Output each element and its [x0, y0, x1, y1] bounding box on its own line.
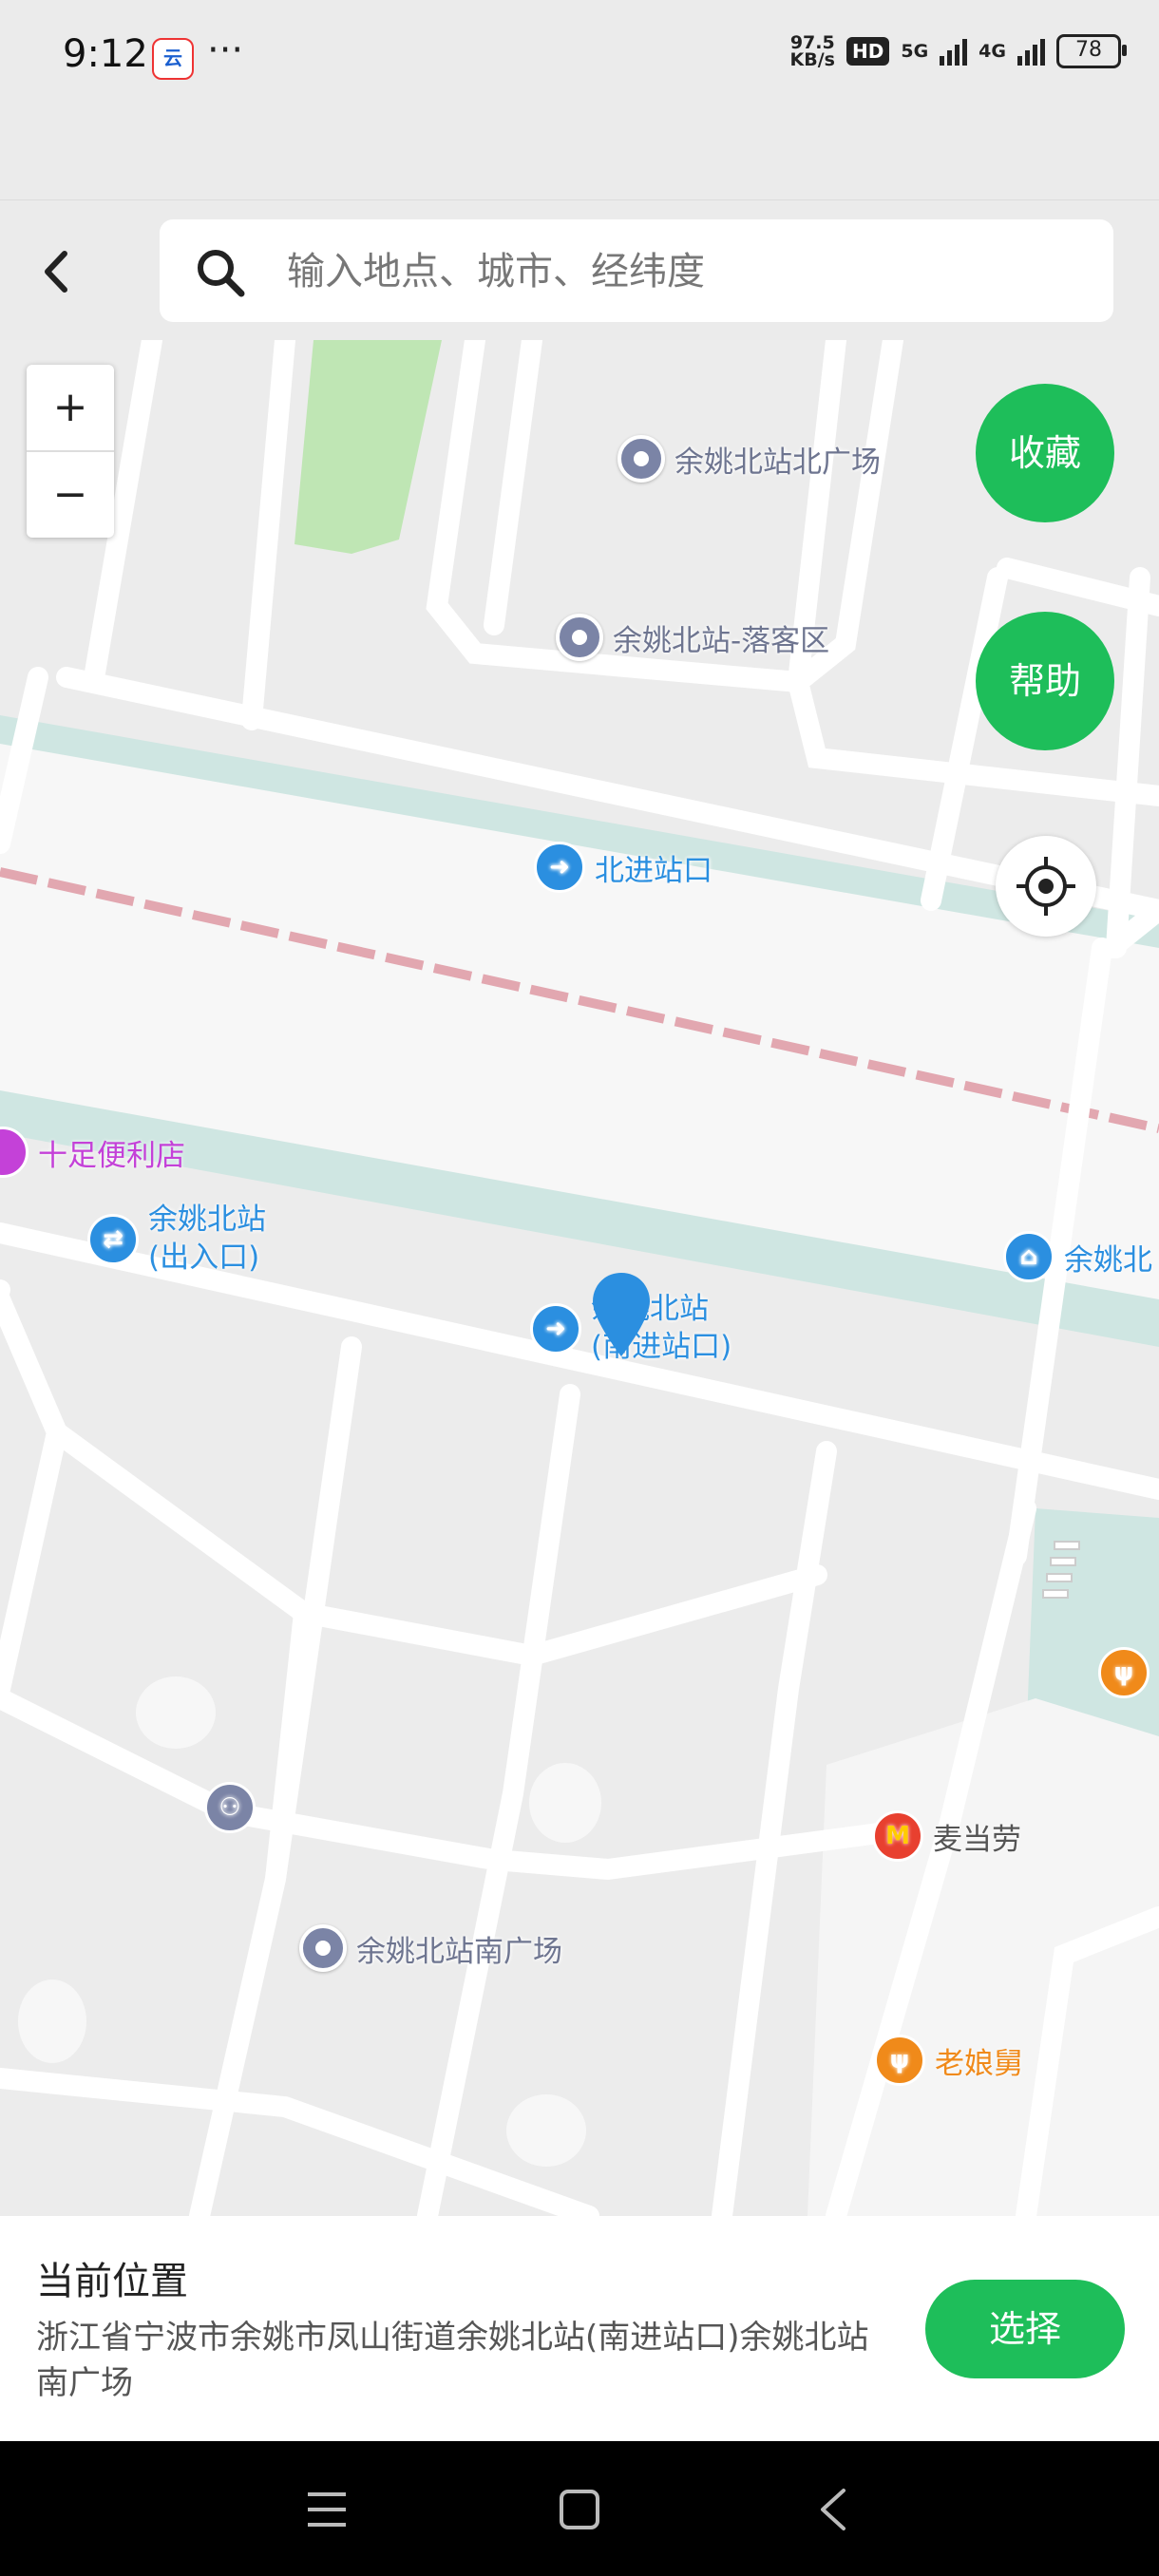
app-notification-icon: 云 — [152, 38, 194, 80]
select-button[interactable]: 选择 — [925, 2280, 1125, 2378]
shop-icon — [0, 1127, 28, 1178]
entrance-icon: ➜ — [530, 1303, 581, 1354]
exit-icon: ⇄ — [87, 1214, 139, 1265]
panel-title: 当前位置 — [36, 2260, 188, 2303]
zoom-in-button[interactable]: + — [27, 365, 114, 452]
more-notifications-icon: ··· — [207, 28, 244, 72]
mcdonalds-icon: M — [872, 1810, 923, 1862]
menu-icon[interactable] — [306, 2489, 348, 2530]
poi-south-plaza[interactable]: 余姚北站南广场 — [299, 1924, 562, 1972]
entrance-icon: ➜ — [534, 842, 585, 893]
poi-restaurant[interactable]: ψ 老娘舅 — [874, 2035, 1023, 2086]
restroom-icon: ⚇ — [204, 1782, 256, 1833]
signal-4g-icon — [1017, 37, 1045, 66]
place-icon — [618, 435, 665, 483]
signal-5g-icon — [940, 37, 968, 66]
crosshair-icon — [1016, 857, 1075, 916]
net-speed: 97.5 KB/s — [789, 32, 835, 70]
current-address: 浙江省宁波市余姚市凤山街道余姚北站(南进站口)余姚北站南广场 — [36, 2319, 869, 2402]
status-indicators: 97.5 KB/s HD 5G 4G 78 — [789, 32, 1127, 70]
poi-restaurant-2[interactable]: ψ — [1098, 1647, 1150, 1698]
place-icon — [556, 614, 603, 661]
zoom-control: + − — [27, 365, 114, 538]
search-box[interactable] — [160, 219, 1113, 324]
locate-button[interactable] — [996, 836, 1096, 937]
poi-station-main[interactable]: ⌂ 余姚北 — [1003, 1231, 1152, 1282]
search-header — [0, 199, 1159, 341]
battery-icon: 78 — [1056, 34, 1127, 68]
poi-station-exit[interactable]: ⇄ 余姚北站 (出入口) — [87, 1201, 266, 1277]
poi-north-plaza[interactable]: 余姚北站北广场 — [618, 435, 881, 483]
hd-icon: HD — [846, 37, 890, 66]
zoom-out-button[interactable]: − — [27, 452, 114, 538]
location-pin-icon — [593, 1273, 650, 1356]
poi-convenience-store[interactable]: 十足便利店 — [0, 1127, 185, 1178]
station-icon: ⌂ — [1003, 1231, 1054, 1282]
poi-north-entrance[interactable]: ➜ 北进站口 — [534, 842, 712, 893]
network-5g-label: 5G — [901, 41, 929, 62]
poi-restroom[interactable]: ⚇ — [204, 1782, 256, 1833]
current-location-panel: 当前位置 浙江省宁波市余姚市凤山街道余姚北站(南进站口)余姚北站南广场 选择 — [0, 2216, 1159, 2441]
back-nav-icon[interactable] — [813, 2487, 851, 2532]
status-time: 9:12 — [63, 32, 148, 76]
poi-mcdonalds[interactable]: M 麦当劳 — [872, 1810, 1021, 1862]
network-4g-label: 4G — [978, 41, 1006, 62]
search-icon — [198, 250, 245, 297]
chevron-left-icon — [45, 251, 67, 293]
poi-drop-off[interactable]: 余姚北站-落客区 — [556, 614, 829, 661]
restaurant-icon: ψ — [1098, 1647, 1150, 1698]
home-icon[interactable] — [559, 2489, 600, 2530]
system-nav-bar — [0, 2441, 1159, 2576]
restaurant-icon: ψ — [874, 2035, 925, 2086]
search-input[interactable] — [285, 219, 1087, 324]
favorite-button[interactable]: 收藏 — [976, 384, 1114, 522]
back-button[interactable] — [38, 246, 76, 297]
place-icon — [299, 1924, 347, 1972]
map-view[interactable]: 余姚北站北广场 余姚北站-落客区 ➜ 北进站口 十足便利店 ⇄ 余姚北站 (出入… — [0, 340, 1159, 2216]
status-bar: 9:12 云 ··· 97.5 KB/s HD 5G 4G 78 — [0, 0, 1159, 114]
help-button[interactable]: 帮助 — [976, 612, 1114, 750]
